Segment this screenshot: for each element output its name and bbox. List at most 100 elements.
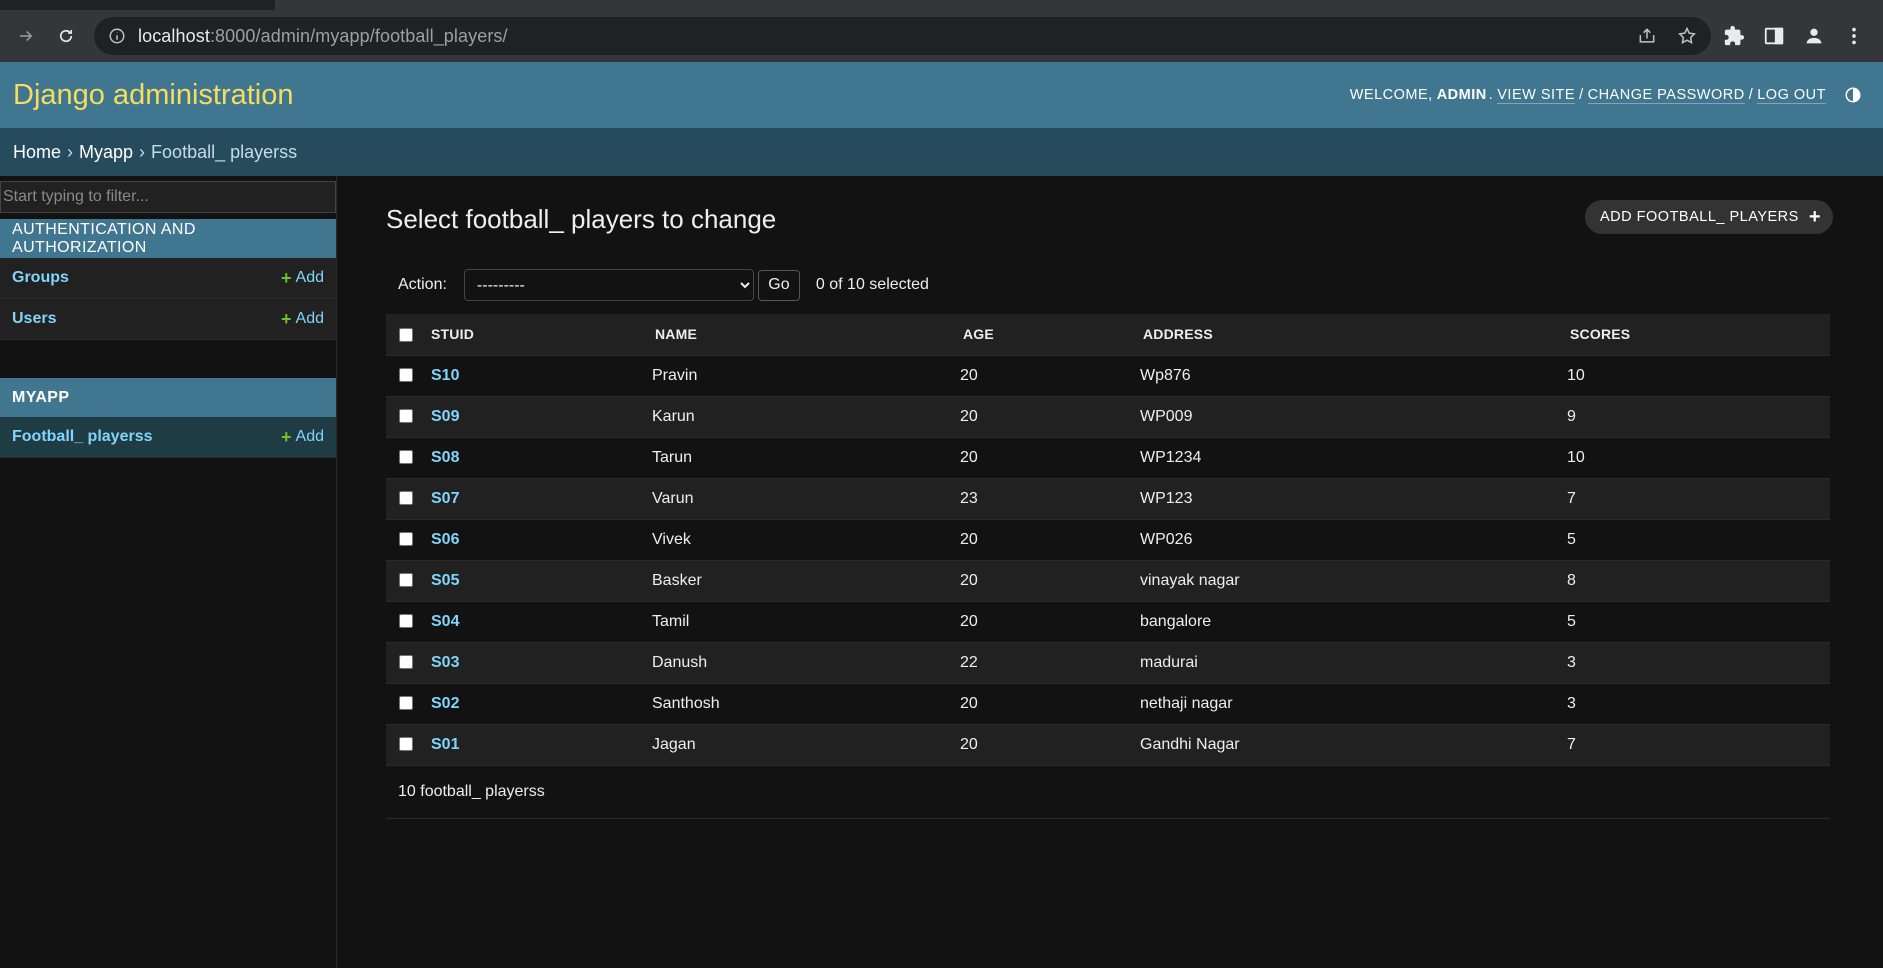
select-all-checkbox[interactable] [399, 328, 413, 343]
myapp-module: MYAPP Football_ playerss + Add [0, 378, 336, 458]
table-row: S09 Karun 20 WP009 9 [386, 396, 1830, 438]
stuid-link[interactable]: S01 [431, 736, 459, 753]
name-cell: Tamil [652, 601, 960, 643]
sidebar-item-groups: Groups + Add [0, 258, 336, 299]
breadcrumb-home[interactable]: Home [13, 142, 61, 163]
column-header-scores[interactable]: SCORES [1567, 314, 1830, 356]
site-info-icon[interactable] [108, 27, 126, 45]
extensions-icon[interactable] [1723, 25, 1745, 47]
plus-icon: + [1808, 206, 1821, 228]
table-header-row: STUID NAME AGE ADDRESS SCORES [386, 314, 1830, 356]
browser-tabstrip [0, 0, 1883, 10]
nav-filter-input[interactable] [0, 181, 336, 213]
sidebar-item-football-playerss: Football_ playerss + Add [0, 417, 336, 458]
groups-link[interactable]: Groups [12, 269, 69, 287]
row-checkbox[interactable] [399, 655, 413, 670]
users-add-link[interactable]: + Add [281, 310, 324, 328]
address-cell: Wp876 [1140, 355, 1567, 397]
sidebar-item-users: Users + Add [0, 299, 336, 340]
row-checkbox[interactable] [399, 737, 413, 752]
scores-cell: 3 [1567, 683, 1830, 725]
table-row: S04 Tamil 20 bangalore 5 [386, 601, 1830, 643]
go-button[interactable]: Go [757, 269, 800, 301]
row-checkbox[interactable] [399, 532, 413, 547]
row-checkbox[interactable] [399, 368, 413, 383]
football-playerss-link[interactable]: Football_ playerss [12, 428, 153, 446]
url-text: localhost:8000/admin/myapp/football_play… [138, 25, 508, 46]
address-bar[interactable]: localhost:8000/admin/myapp/football_play… [94, 17, 1711, 55]
column-header-address[interactable]: ADDRESS [1140, 314, 1567, 356]
view-site-link[interactable]: View site [1497, 87, 1576, 104]
column-header-age[interactable]: AGE [960, 314, 1140, 356]
breadcrumb-current: Football_ playerss [151, 141, 298, 162]
row-checkbox[interactable] [399, 491, 413, 506]
stuid-link[interactable]: S02 [431, 695, 459, 712]
age-cell: 20 [960, 683, 1140, 725]
name-cell: Danush [652, 642, 960, 684]
scores-cell: 10 [1567, 355, 1830, 397]
football-playerss-add-link[interactable]: + Add [281, 428, 324, 446]
plus-icon: + [281, 268, 292, 288]
auth-module-caption[interactable]: Authentication and Authorization [0, 219, 336, 258]
log-out-link[interactable]: Log out [1757, 87, 1826, 104]
row-checkbox[interactable] [399, 450, 413, 465]
name-cell: Jagan [652, 724, 960, 766]
share-icon[interactable] [1637, 26, 1657, 46]
column-header-name[interactable]: NAME [652, 314, 960, 356]
name-cell: Santhosh [652, 683, 960, 725]
breadcrumb-separator: › [139, 141, 146, 162]
breadcrumb-app[interactable]: Myapp [79, 142, 133, 163]
stuid-link[interactable]: S04 [431, 613, 459, 630]
age-cell: 20 [960, 724, 1140, 766]
address-cell: nethaji nagar [1140, 683, 1567, 725]
content-main: Select football_ players to change ADD F… [337, 176, 1883, 968]
table-row: S02 Santhosh 20 nethaji nagar 3 [386, 683, 1830, 725]
stuid-link[interactable]: S06 [431, 531, 459, 548]
admin-header: Django administration Welcome, admin. Vi… [0, 62, 1883, 128]
stuid-link[interactable]: S10 [431, 367, 459, 384]
row-checkbox[interactable] [399, 573, 413, 588]
row-checkbox[interactable] [399, 409, 413, 424]
age-cell: 20 [960, 437, 1140, 479]
scores-cell: 9 [1567, 396, 1830, 438]
bookmark-star-icon[interactable] [1677, 26, 1697, 46]
table-row: S05 Basker 20 vinayak nagar 8 [386, 560, 1830, 602]
address-cell: Gandhi Nagar [1140, 724, 1567, 766]
row-checkbox[interactable] [399, 614, 413, 629]
age-cell: 20 [960, 519, 1140, 561]
action-label: Action: [398, 276, 447, 293]
action-select[interactable]: --------- [463, 269, 754, 301]
table-row: S07 Varun 23 WP123 7 [386, 478, 1830, 520]
sidebar: Authentication and Authorization Groups … [0, 176, 337, 968]
module-caption-text: MYAPP [12, 388, 70, 406]
change-password-link[interactable]: Change password [1587, 87, 1745, 104]
users-link[interactable]: Users [12, 310, 56, 328]
stuid-link[interactable]: S05 [431, 572, 459, 589]
browser-toolbar: localhost:8000/admin/myapp/football_play… [0, 10, 1883, 62]
module-caption-text: Authentication and Authorization [12, 220, 196, 256]
stuid-link[interactable]: S08 [431, 449, 459, 466]
side-panel-icon[interactable] [1763, 25, 1785, 47]
stuid-link[interactable]: S09 [431, 408, 459, 425]
profile-icon[interactable] [1803, 25, 1825, 47]
scores-cell: 3 [1567, 642, 1830, 684]
stuid-link[interactable]: S07 [431, 490, 459, 507]
table-row: S03 Danush 22 madurai 3 [386, 642, 1830, 684]
column-header-stuid[interactable]: STUID [428, 314, 652, 356]
myapp-module-caption[interactable]: MYAPP [0, 378, 336, 417]
row-checkbox[interactable] [399, 696, 413, 711]
reload-icon[interactable] [50, 20, 82, 52]
scores-cell: 5 [1567, 601, 1830, 643]
table-row: S08 Tarun 20 WP1234 10 [386, 437, 1830, 479]
age-cell: 20 [960, 601, 1140, 643]
breadcrumb-separator: › [67, 141, 74, 162]
theme-toggle-icon[interactable] [1844, 86, 1862, 104]
site-brand[interactable]: Django administration [13, 79, 293, 112]
add-football-players-button[interactable]: ADD FOOTBALL_ PLAYERS + [1585, 200, 1833, 234]
kebab-menu-icon[interactable] [1843, 25, 1865, 47]
groups-add-link[interactable]: + Add [281, 269, 324, 287]
table-row: S01 Jagan 20 Gandhi Nagar 7 [386, 724, 1830, 766]
forward-icon[interactable] [10, 20, 42, 52]
scores-cell: 8 [1567, 560, 1830, 602]
stuid-link[interactable]: S03 [431, 654, 459, 671]
